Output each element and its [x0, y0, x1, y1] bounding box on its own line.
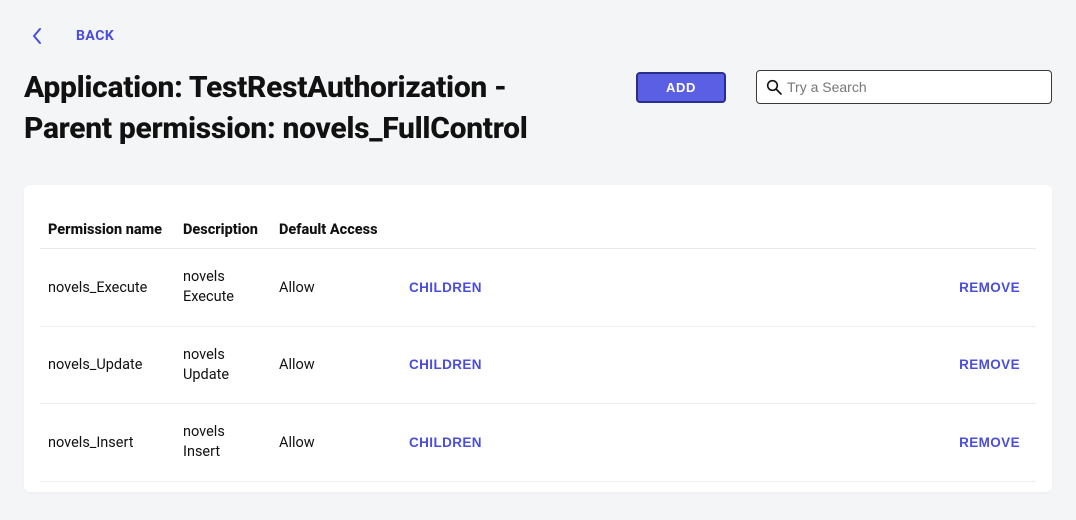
permissions-card: Permission name Description Default Acce…	[24, 185, 1052, 492]
table-row: novels_Execute novels Execute Allow CHIL…	[40, 249, 1036, 327]
table-header: Permission name Description Default Acce…	[40, 211, 1036, 249]
cell-description: novels Update	[175, 326, 271, 404]
children-button[interactable]: CHILDREN	[409, 435, 482, 450]
header-actions: ADD	[636, 68, 1052, 104]
children-button[interactable]: CHILDREN	[409, 357, 482, 372]
remove-button[interactable]: REMOVE	[959, 435, 1020, 450]
col-header-name: Permission name	[40, 211, 175, 249]
remove-button[interactable]: REMOVE	[959, 357, 1020, 372]
cell-access: Allow	[271, 326, 401, 404]
back-button[interactable]: BACK	[76, 28, 114, 44]
add-button[interactable]: ADD	[636, 72, 726, 103]
cell-permission-name: novels_Update	[40, 326, 175, 404]
back-nav: BACK	[24, 28, 1052, 44]
col-header-children	[401, 211, 946, 249]
children-button[interactable]: CHILDREN	[409, 280, 482, 295]
cell-access: Allow	[271, 404, 401, 482]
table-row: novels_Update novels Update Allow CHILDR…	[40, 326, 1036, 404]
search-wrap	[756, 70, 1052, 104]
col-header-access: Default Access	[271, 211, 401, 249]
cell-description: novels Insert	[175, 404, 271, 482]
cell-permission-name: novels_Execute	[40, 249, 175, 327]
chevron-left-icon[interactable]	[32, 28, 42, 44]
table-body: novels_Execute novels Execute Allow CHIL…	[40, 249, 1036, 482]
header: Application: TestRestAuthorization - Par…	[24, 68, 1052, 149]
remove-button[interactable]: REMOVE	[959, 280, 1020, 295]
cell-description: novels Execute	[175, 249, 271, 327]
permissions-table: Permission name Description Default Acce…	[40, 211, 1036, 482]
search-input[interactable]	[756, 70, 1052, 104]
cell-permission-name: novels_Insert	[40, 404, 175, 482]
table-row: novels_Insert novels Insert Allow CHILDR…	[40, 404, 1036, 482]
cell-access: Allow	[271, 249, 401, 327]
page-root: BACK Application: TestRestAuthorization …	[0, 0, 1076, 492]
col-header-description: Description	[175, 211, 271, 249]
col-header-remove	[946, 211, 1036, 249]
page-title: Application: TestRestAuthorization - Par…	[24, 68, 584, 149]
